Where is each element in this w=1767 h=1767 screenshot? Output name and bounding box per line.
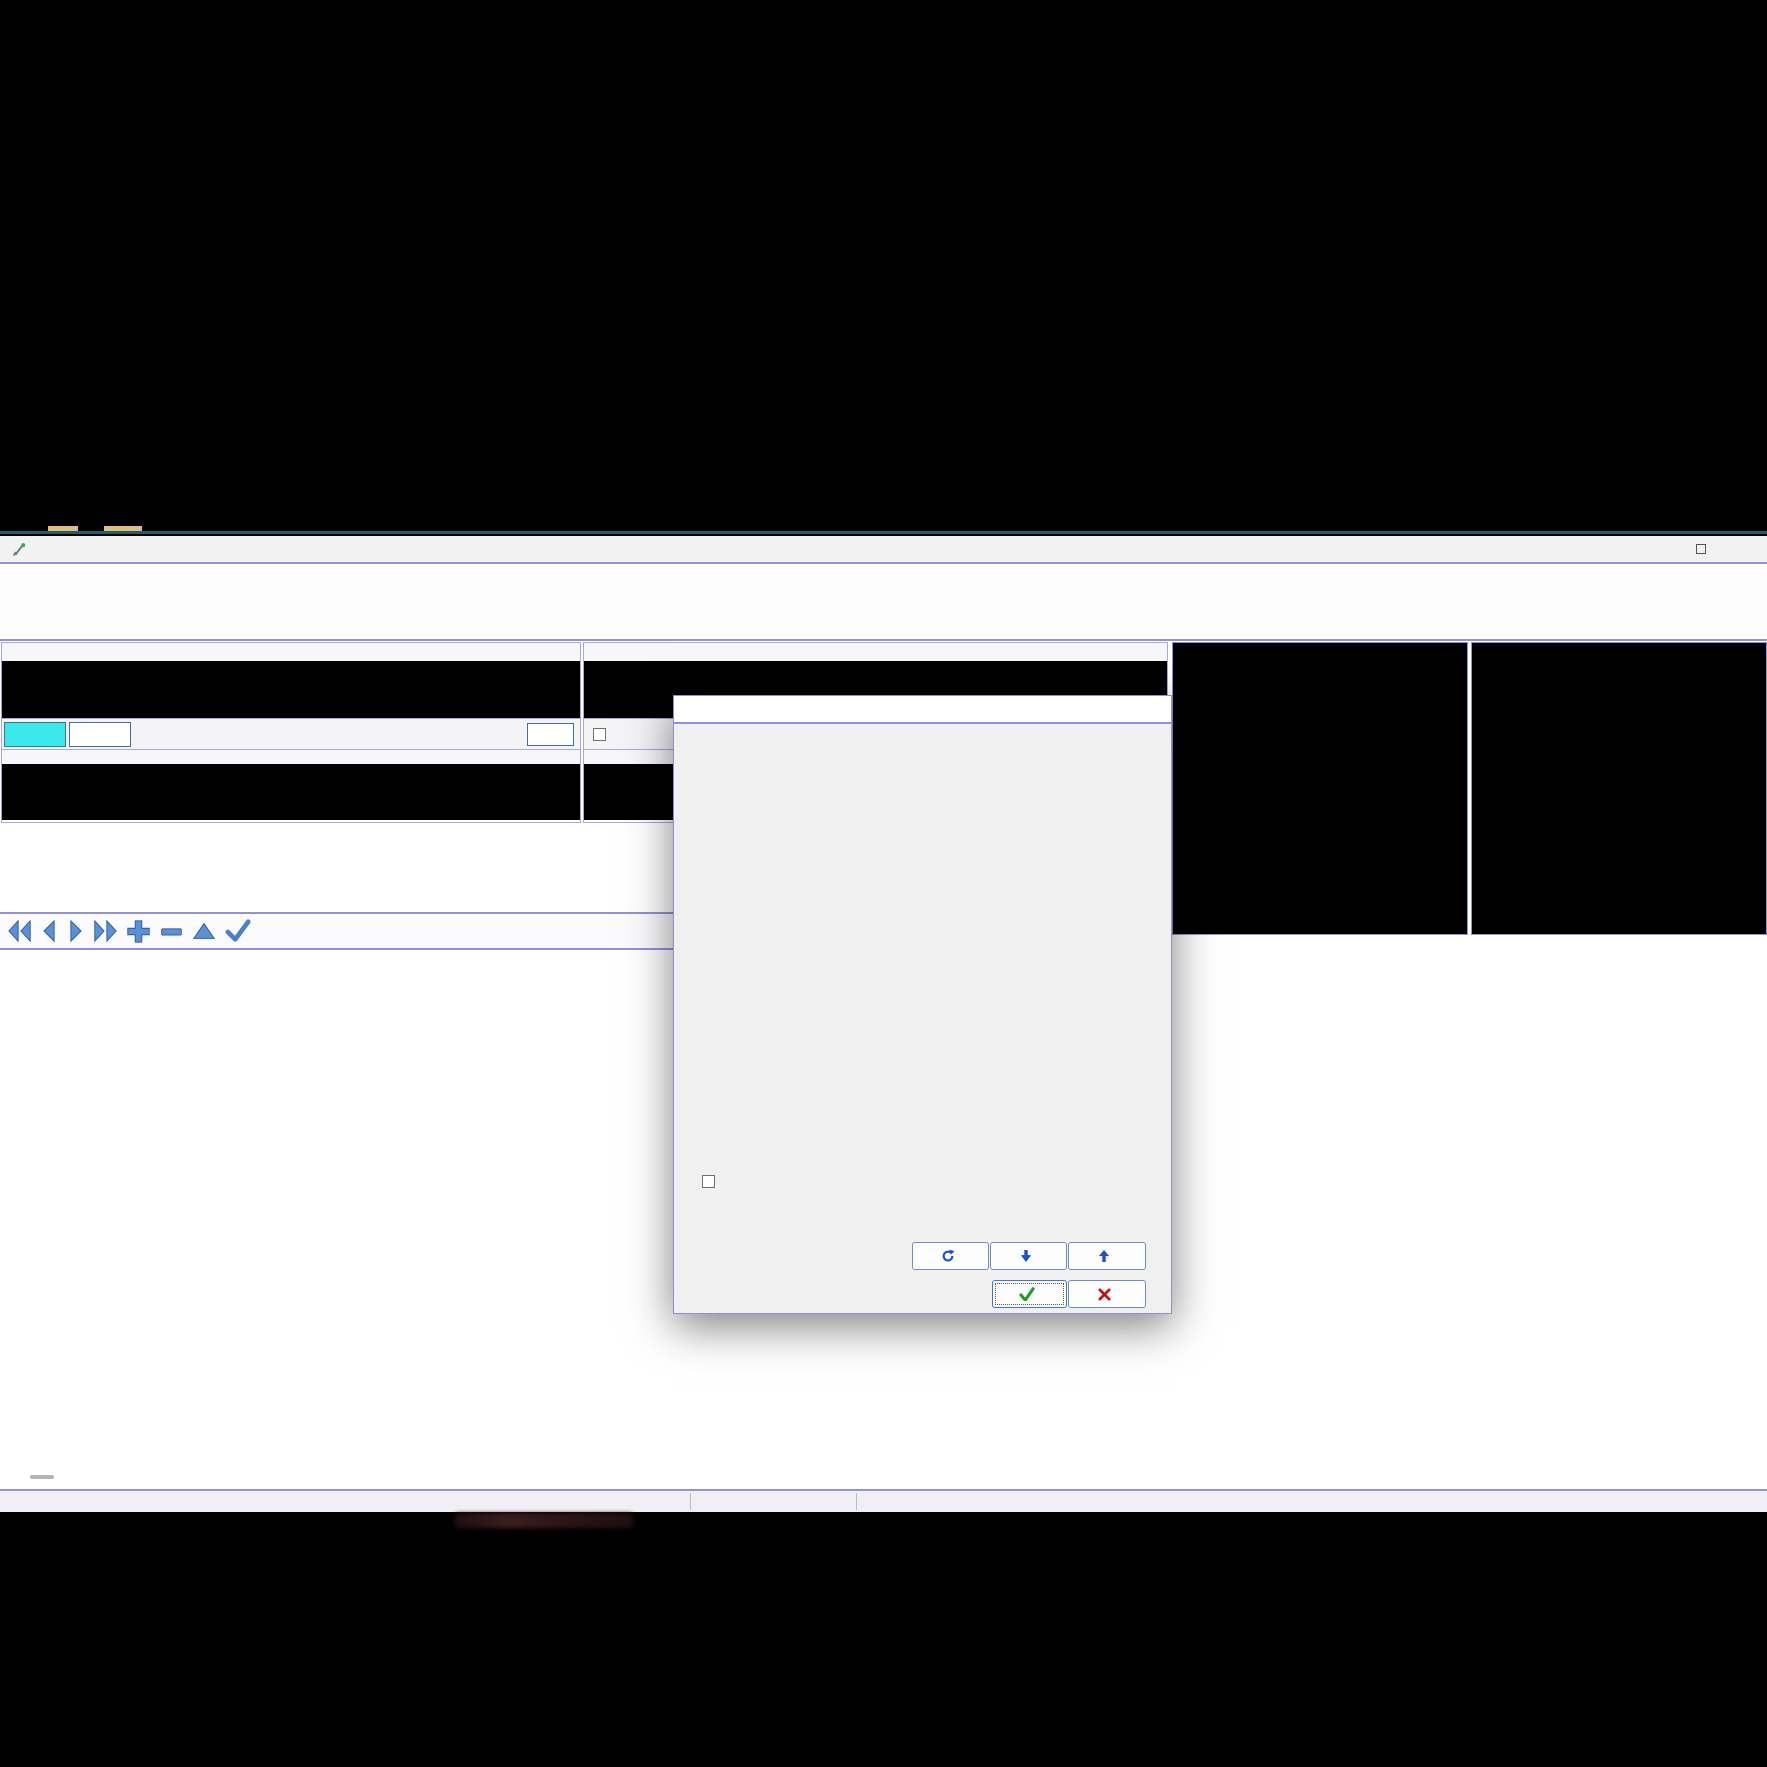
nav-previous-button[interactable] bbox=[40, 918, 59, 944]
status-divider bbox=[856, 1493, 857, 1510]
nav-next-button[interactable] bbox=[66, 918, 85, 944]
dialog-separator bbox=[674, 722, 1171, 724]
energy-panel-title bbox=[584, 643, 1167, 661]
remove-record-button[interactable] bbox=[159, 919, 184, 944]
impact-energy-display bbox=[2, 764, 580, 820]
status-bar bbox=[0, 1489, 1767, 1512]
angle-panel-title bbox=[2, 643, 580, 661]
cancel-button[interactable] bbox=[1068, 1280, 1146, 1308]
download-icon bbox=[1020, 1249, 1032, 1263]
status-divider bbox=[690, 1493, 691, 1510]
range-controls bbox=[2, 718, 580, 750]
ok-button[interactable] bbox=[992, 1280, 1067, 1308]
edit-record-button[interactable] bbox=[191, 918, 217, 944]
nav-last-button[interactable] bbox=[92, 918, 118, 944]
angle-gauge-panel bbox=[1172, 642, 1468, 935]
illegible-watermark bbox=[455, 1513, 633, 1528]
maximize-icon bbox=[1696, 544, 1706, 554]
clear-button[interactable] bbox=[527, 723, 574, 746]
download-button[interactable] bbox=[990, 1242, 1067, 1270]
maximize-button[interactable] bbox=[1679, 542, 1723, 557]
upload-icon bbox=[1098, 1249, 1110, 1263]
title-bar bbox=[0, 536, 1767, 562]
angle-display bbox=[2, 661, 580, 718]
restore-button[interactable] bbox=[912, 1242, 989, 1270]
energy-gauge-dial bbox=[1472, 643, 1766, 934]
auto-test-checkbox[interactable] bbox=[593, 728, 606, 741]
angle-panel bbox=[1, 642, 581, 823]
app-icon bbox=[12, 542, 27, 557]
show-dowel-checkbox[interactable] bbox=[702, 1175, 715, 1188]
check-icon bbox=[1019, 1287, 1035, 1301]
dialog-title bbox=[674, 696, 1171, 722]
config-sys-para-dialog bbox=[673, 695, 1172, 1314]
range-150j-button[interactable] bbox=[69, 722, 131, 747]
desktop bbox=[0, 0, 1767, 1767]
add-record-button[interactable] bbox=[125, 918, 152, 945]
toolbar bbox=[0, 562, 1767, 641]
window-top-edge bbox=[0, 531, 1767, 534]
resize-grip[interactable] bbox=[30, 1475, 54, 1479]
range-300j-button[interactable] bbox=[4, 722, 66, 747]
energy-gauge-panel bbox=[1471, 642, 1767, 935]
angle-gauge-dial bbox=[1173, 643, 1467, 934]
restore-icon bbox=[941, 1249, 955, 1263]
x-icon bbox=[1098, 1288, 1111, 1301]
upload-button[interactable] bbox=[1068, 1242, 1146, 1270]
nav-first-button[interactable] bbox=[7, 918, 33, 944]
impact-energy-title bbox=[2, 750, 580, 764]
confirm-button[interactable] bbox=[224, 918, 252, 944]
